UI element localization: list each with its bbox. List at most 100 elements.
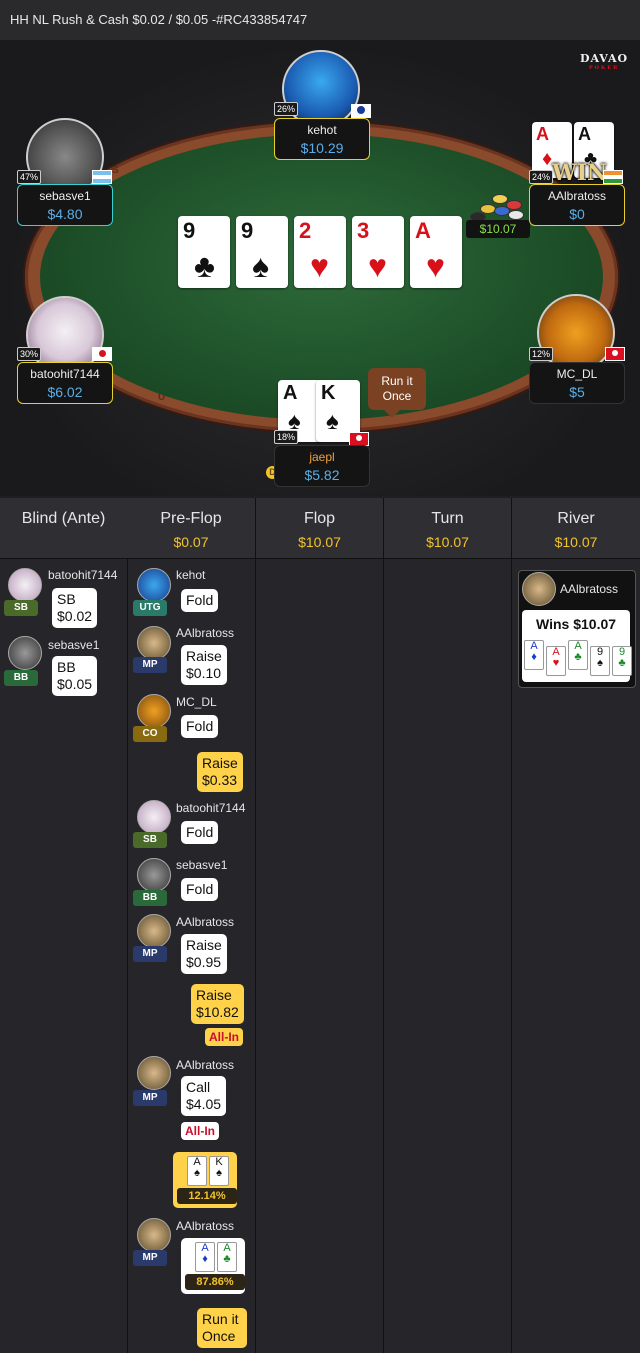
column-title: River [557, 510, 595, 527]
nameplate-jaepl[interactable]: jaepl $5.82 [274, 445, 370, 487]
column-pot: $10.07 [554, 534, 598, 550]
column-title: Flop [303, 510, 336, 527]
position-badge: UTG [133, 600, 167, 616]
mini-card: 9 ♣ [612, 646, 632, 676]
mini-card: A ♠ [187, 1156, 207, 1186]
board-card-4: 3 ♥ [352, 216, 404, 288]
action-bubble: Fold [181, 878, 219, 901]
player-name: batoohit7144 [176, 801, 246, 815]
equity-kehot: 26% [274, 102, 299, 116]
win-badge: WIN [552, 160, 608, 186]
flag-icon [603, 170, 623, 184]
hero-run-it-bubble: Run it Once [197, 1308, 247, 1348]
player-name: batoohit7144 [48, 568, 118, 582]
position-badge: MP [133, 657, 167, 673]
position-badge: MP [133, 1090, 167, 1106]
action-bubble: Fold [181, 821, 219, 844]
position-badge: MP [133, 1250, 167, 1266]
avatar-aalbratoss [137, 1218, 171, 1252]
avatar-mc-dl [137, 694, 171, 728]
run-it-once-bubble: Run it Once [368, 368, 426, 418]
player-name: MC_DL [176, 695, 217, 709]
position-badge: CO [133, 726, 167, 742]
hero-action-bubble: Raise $10.82 [191, 984, 244, 1024]
player-name: sebasve1 [176, 858, 228, 872]
column-blinds: Blind (Ante) batoohit7144 SB SB $0.02 seb… [0, 498, 128, 1353]
all-in-badge: All-In [181, 1122, 219, 1140]
flag-icon [605, 347, 625, 361]
player-name: AAlbratoss [176, 1219, 235, 1233]
flag-icon [92, 170, 112, 184]
hero-action-bubble: Raise $0.33 [197, 752, 243, 792]
mini-card: A ♦ [524, 640, 544, 670]
flag-icon [349, 432, 369, 446]
winner-name: AAlbratoss [560, 582, 619, 596]
nameplate-sebasve1[interactable]: sebasve1 $4.80 [17, 184, 113, 226]
column-title: Pre-Flop [160, 510, 222, 527]
action-bubble: Raise $0.10 [181, 645, 227, 685]
action-bubble: BB $0.05 [52, 656, 98, 696]
avatar-sebasve1 [137, 858, 171, 892]
board-card-2: 9 ♠ [236, 216, 288, 288]
column-title: Turn [431, 510, 464, 527]
mini-card: A ♣ [568, 640, 588, 670]
all-in-badge: All-In [205, 1028, 243, 1046]
equity-percent: 87.86% [185, 1274, 245, 1290]
avatar-aalbratoss [522, 572, 556, 606]
column-title: Blind (Ante) [21, 510, 106, 527]
nameplate-mc-dl[interactable]: MC_DL $5 [529, 362, 625, 404]
mini-card: K ♠ [209, 1156, 229, 1186]
player-name: sebasve1 [48, 638, 100, 652]
column-flop: Flop $10.07 [256, 498, 384, 1353]
flag-icon [351, 104, 371, 118]
action-bubble: SB $0.02 [52, 588, 98, 628]
nameplate-aalbratoss[interactable]: AAlbratoss $0 [529, 184, 625, 226]
avatar-kehot [137, 568, 171, 602]
poker-table-area: DAVAOPOKER S U S S 9♣ 9♠ 2♥ 3♥ A♥ $10.07… [0, 40, 640, 496]
equity-jaepl: 18% [274, 430, 299, 444]
nameplate-batoohit7144[interactable]: batoohit7144 $6.02 [17, 362, 113, 404]
avatar-kehot[interactable] [282, 50, 360, 128]
action-bubble: Raise $0.95 [181, 934, 227, 974]
avatar-batoohit7144 [137, 800, 171, 834]
equity-aalbratoss: 24% [529, 170, 554, 184]
mini-card: 9 ♠ [590, 646, 610, 676]
position-badge: SB [133, 832, 167, 848]
player-name: kehot [176, 568, 206, 582]
hand-history-panel: Blind (Ante) batoohit7144 SB SB $0.02 seb… [0, 498, 640, 1353]
board-card-5: A ♥ [410, 216, 462, 288]
mini-card: A ♦ [195, 1242, 215, 1272]
nameplate-kehot[interactable]: kehot $10.29 [274, 118, 370, 160]
column-pot: $0.07 [173, 534, 209, 550]
action-bubble: Fold [181, 715, 219, 738]
win-amount: Wins $10.07 [536, 616, 617, 632]
player-name: AAlbratoss [176, 915, 235, 929]
title-bar: HH NL Rush & Cash $0.02 / $0.05 -#RC4338… [0, 0, 640, 41]
pot-chips-icon [470, 190, 528, 222]
avatar-batoohit7144 [8, 568, 42, 602]
column-river: River $10.07 AAlbratoss Wins $10.07 A ♦ A… [512, 498, 640, 1353]
equity-sebasve1: 47% [17, 170, 42, 184]
avatar-aalbratoss [137, 626, 171, 660]
avatar-sebasve1 [8, 636, 42, 670]
brand-logo: DAVAO POKER [580, 52, 629, 71]
board-card-1: 9 ♣ [178, 216, 230, 288]
avatar-aalbratoss [137, 1056, 171, 1090]
equity-mc-dl: 12% [529, 347, 554, 361]
player-name: AAlbratoss [176, 1058, 235, 1072]
column-preflop: Pre-Flop $0.07 kehot UTG Fold AAlbratoss… [127, 498, 256, 1353]
pot-amount: $10.07 [466, 220, 530, 238]
action-bubble: Fold [181, 589, 219, 612]
board-card-3: 2 ♥ [294, 216, 346, 288]
flag-icon [92, 347, 112, 361]
mini-card: A ♣ [217, 1242, 237, 1272]
position-badge: BB [4, 670, 38, 686]
equity-batoohit7144: 30% [17, 347, 42, 361]
hand-title: HH NL Rush & Cash $0.02 / $0.05 -#RC4338… [10, 12, 308, 27]
column-turn: Turn $10.07 [384, 498, 512, 1353]
action-bubble: Call $4.05 [181, 1076, 227, 1116]
position-badge: SB [4, 600, 38, 616]
column-pot: $10.07 [298, 534, 341, 550]
equity-percent: 12.14% [177, 1188, 237, 1204]
column-pot: $10.07 [426, 534, 469, 550]
